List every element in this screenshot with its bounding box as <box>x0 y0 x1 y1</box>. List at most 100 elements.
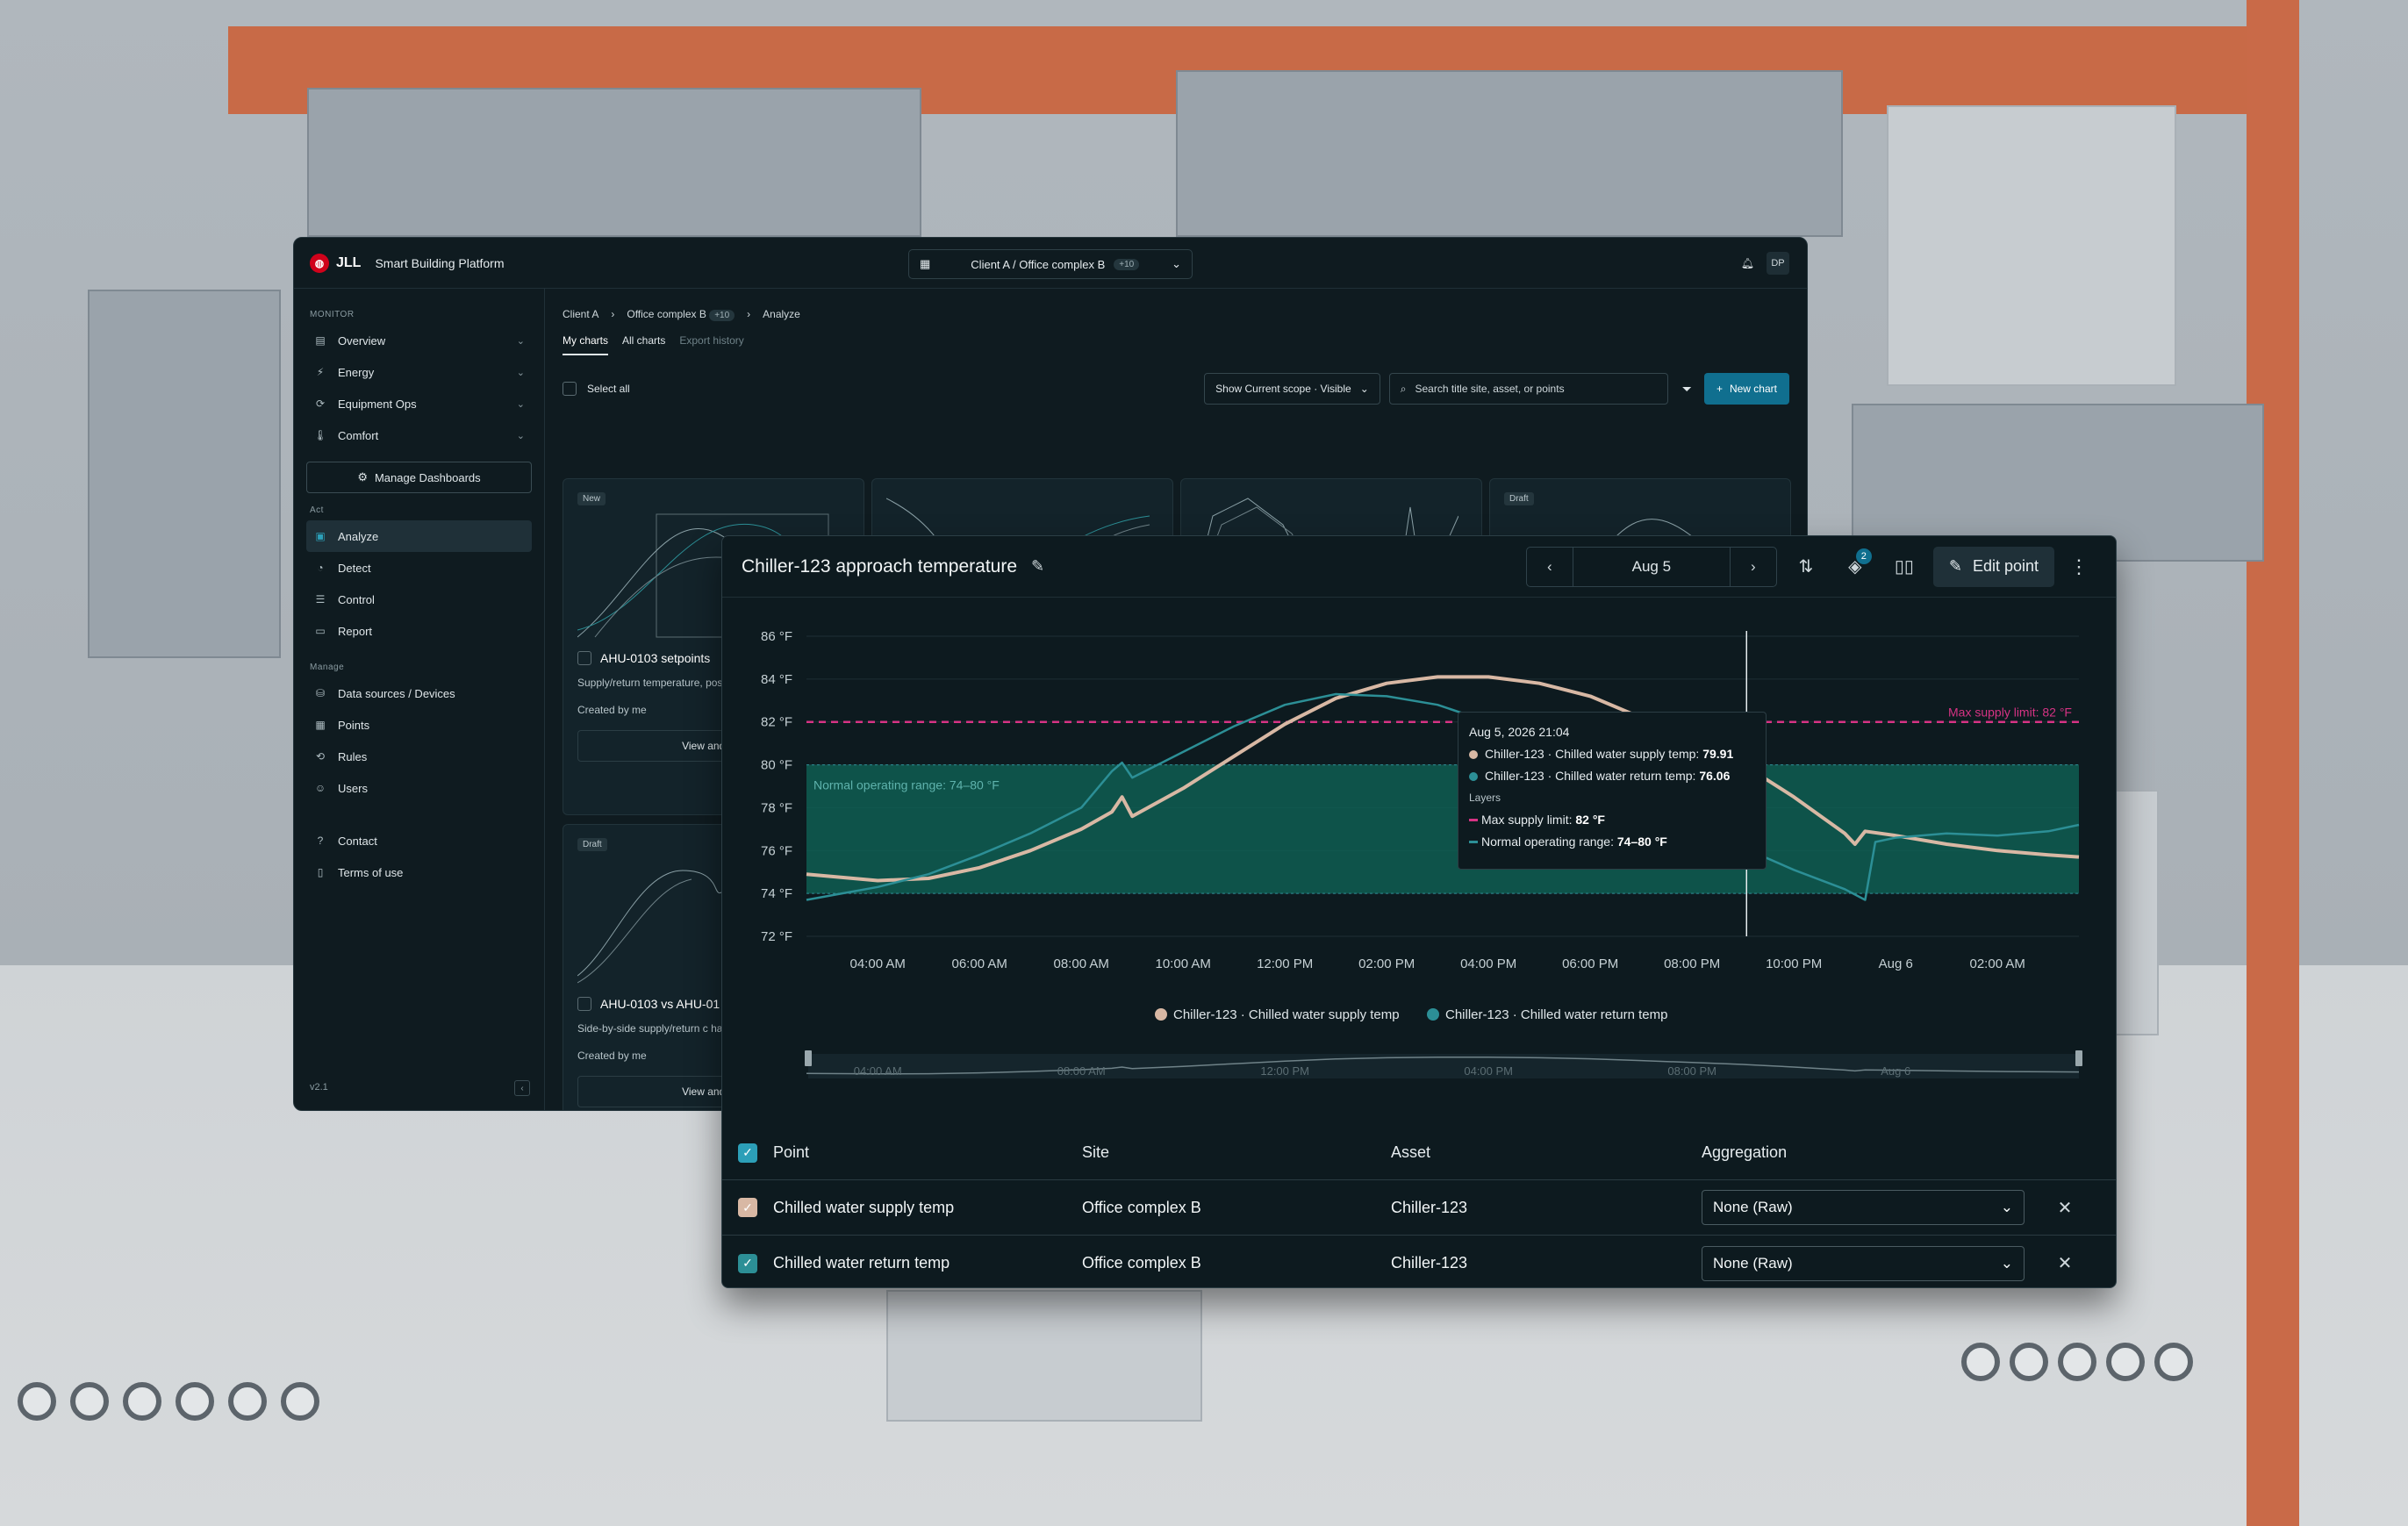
point-name: Chilled water return temp <box>773 1254 950 1272</box>
x-tick-label: 04:00 PM <box>1460 956 1516 971</box>
sidebar-item-label: Detect <box>338 561 371 575</box>
columns-icon[interactable]: ▯▯ <box>1884 547 1924 587</box>
previous-day-button[interactable]: ‹ <box>1527 548 1573 586</box>
document-icon: ▯ <box>317 866 324 878</box>
hvac-duct <box>307 88 921 237</box>
tooltip-supply-row: Chiller-123 · Chilled water supply temp:… <box>1469 743 1755 765</box>
sidebar-item-report[interactable]: ▭ Report <box>306 615 532 647</box>
card-tag: Draft <box>577 838 607 851</box>
points-icon: ▦ <box>315 719 326 731</box>
remove-point-icon[interactable]: ✕ <box>2039 1252 2091 1274</box>
more-vertical-icon[interactable]: ⋮ <box>2061 555 2096 578</box>
sidebar-item-energy[interactable]: ⚡︎ Energy ⌄ <box>306 356 532 388</box>
new-chart-button[interactable]: + New chart <box>1703 373 1789 405</box>
scope-selector[interactable]: ▦ Client A / Office complex B +10 ⌄ <box>908 249 1193 279</box>
fan-unit <box>70 1382 109 1421</box>
tab-export-history[interactable]: Export history <box>679 334 743 355</box>
navigator-handle-right <box>2075 1050 2082 1066</box>
navigator-tick: Aug 6 <box>1881 1064 1910 1078</box>
search-icon: ⌕ <box>1400 382 1407 395</box>
card-checkbox[interactable] <box>577 651 591 665</box>
breadcrumb-item[interactable]: Office complex B +10 <box>627 308 735 321</box>
logo[interactable]: ◍ JLL Smart Building Platform <box>310 253 505 273</box>
max-line-swatch <box>1469 819 1478 821</box>
sidebar-item-analyze[interactable]: ▣ Analyze <box>306 520 532 552</box>
edit-point-button[interactable]: ✎ Edit point <box>1932 546 2054 587</box>
fan-unit <box>228 1382 267 1421</box>
sidebar-item-terms[interactable]: ▯ Terms of use <box>306 856 532 888</box>
search-input[interactable]: ⌕ Search title site, asset, or points <box>1388 373 1668 405</box>
manage-dashboards-button[interactable]: ⚙︎ Manage Dashboards <box>306 462 532 493</box>
aggregation-value: None (Raw) <box>1713 1199 1793 1215</box>
x-tick-label: 12:00 PM <box>1257 956 1313 971</box>
navigator-tick: 04:00 AM <box>854 1064 902 1078</box>
pencil-icon[interactable]: ✎ <box>1031 557 1044 576</box>
fan-unit <box>2058 1343 2096 1381</box>
y-tick-label: 82 °F <box>761 715 792 730</box>
aggregation-select[interactable]: None (Raw) ⌄ <box>1702 1245 2025 1281</box>
sidebar-item-label: Rules <box>338 749 368 763</box>
sidebar-item-data-sources[interactable]: ⛁ Data sources / Devices <box>306 677 532 709</box>
card-tag: Draft <box>1504 492 1534 505</box>
tab-my-charts[interactable]: My charts <box>563 334 609 355</box>
sort-icon[interactable]: ⇅ <box>1786 547 1826 587</box>
hvac-duct <box>1176 70 1843 237</box>
sidebar-item-points[interactable]: ▦ Points <box>306 709 532 741</box>
sidebar-item-overview[interactable]: ▤ Overview ⌄ <box>306 325 532 356</box>
point-checkbox[interactable]: ✓ <box>738 1253 757 1273</box>
sidebar-item-users[interactable]: ☺ Users <box>306 772 532 804</box>
sidebar-item-equipment-ops[interactable]: ⟳ Equipment Ops ⌄ <box>306 388 532 419</box>
range-swatch <box>1469 841 1478 843</box>
sidebar-item-comfort[interactable]: 🌡︎ Comfort ⌄ <box>306 419 532 451</box>
avatar[interactable]: DP <box>1767 252 1789 275</box>
sidebar-item-label: Points <box>338 718 370 732</box>
tooltip-label: Chiller-123 · Chilled water supply temp: <box>1485 747 1700 761</box>
remove-point-icon[interactable]: ✕ <box>2039 1197 2091 1219</box>
sidebar-item-contact[interactable]: ? Contact <box>306 825 532 856</box>
date-label[interactable]: Aug 5 <box>1572 547 1731 586</box>
y-tick-label: 80 °F <box>761 758 792 773</box>
sidebar-item-detect[interactable]: ◔ Detect <box>306 552 532 584</box>
next-day-button[interactable]: › <box>1731 548 1776 586</box>
tooltip-return-row: Chiller-123 · Chilled water return temp:… <box>1469 765 1755 787</box>
y-tick-label: 76 °F <box>761 843 792 858</box>
sidebar-item-control[interactable]: ☰ Control <box>306 584 532 615</box>
select-all-points-checkbox[interactable]: ✓ <box>738 1143 757 1163</box>
site-name: Office complex B <box>1082 1198 1201 1216</box>
y-tick-label: 78 °F <box>761 800 792 815</box>
line-chart[interactable]: 86 °F 84 °F 82 °F 80 °F 78 °F 76 °F 74 °F 72 °F… <box>722 598 2117 1089</box>
search-placeholder: Search title site, asset, or points <box>1415 383 1565 395</box>
point-checkbox[interactable]: ✓ <box>738 1198 757 1217</box>
grid-icon: ▤ <box>315 334 326 347</box>
aggregation-select[interactable]: None (Raw) ⌄ <box>1702 1190 2025 1225</box>
breadcrumb: Client A › Office complex B +10 › Analyz… <box>563 308 1789 321</box>
brand-name: JLL <box>336 254 362 270</box>
tooltip-value: 79.91 <box>1702 747 1734 761</box>
chevron-down-icon: ⌄ <box>516 398 525 410</box>
tooltip-range-row: Normal operating range: 74–80 °F <box>1469 831 1755 853</box>
scope-filter-dropdown[interactable]: Show Current scope · Visible ⌄ <box>1204 373 1380 405</box>
layers-icon[interactable]: ◈ 2 <box>1835 547 1875 587</box>
collapse-sidebar-button[interactable]: ‹ <box>514 1080 530 1096</box>
card-checkbox[interactable] <box>577 997 591 1011</box>
bell-icon: ◔ <box>317 562 324 574</box>
x-tick-label: 04:00 AM <box>850 956 906 971</box>
sidebar-item-rules[interactable]: ⟲ Rules <box>306 741 532 772</box>
chart-icon: ▣ <box>315 530 326 542</box>
new-chart-label: New chart <box>1729 383 1777 395</box>
breadcrumb-item[interactable]: Client A <box>563 308 598 320</box>
tooltip-value: 74–80 °F <box>1616 835 1667 849</box>
thermometer-icon: 🌡︎ <box>313 429 327 441</box>
tooltip-layers-heading: Layers <box>1469 792 1501 804</box>
chevron-right-icon: › <box>611 308 615 320</box>
bell-icon[interactable]: 🔔︎ <box>1741 257 1754 269</box>
chevron-down-icon: ⌄ <box>516 367 525 378</box>
sidebar-item-label: Comfort <box>338 428 379 442</box>
select-all-checkbox[interactable] <box>563 382 577 396</box>
thumb-line <box>577 878 692 984</box>
aggregation-value: None (Raw) <box>1713 1254 1793 1272</box>
building-icon: ▦ <box>920 257 931 270</box>
sidebar-item-label: Terms of use <box>338 865 404 879</box>
filter-icon[interactable]: ⏷ <box>1682 382 1692 397</box>
tab-all-charts[interactable]: All charts <box>622 334 665 355</box>
